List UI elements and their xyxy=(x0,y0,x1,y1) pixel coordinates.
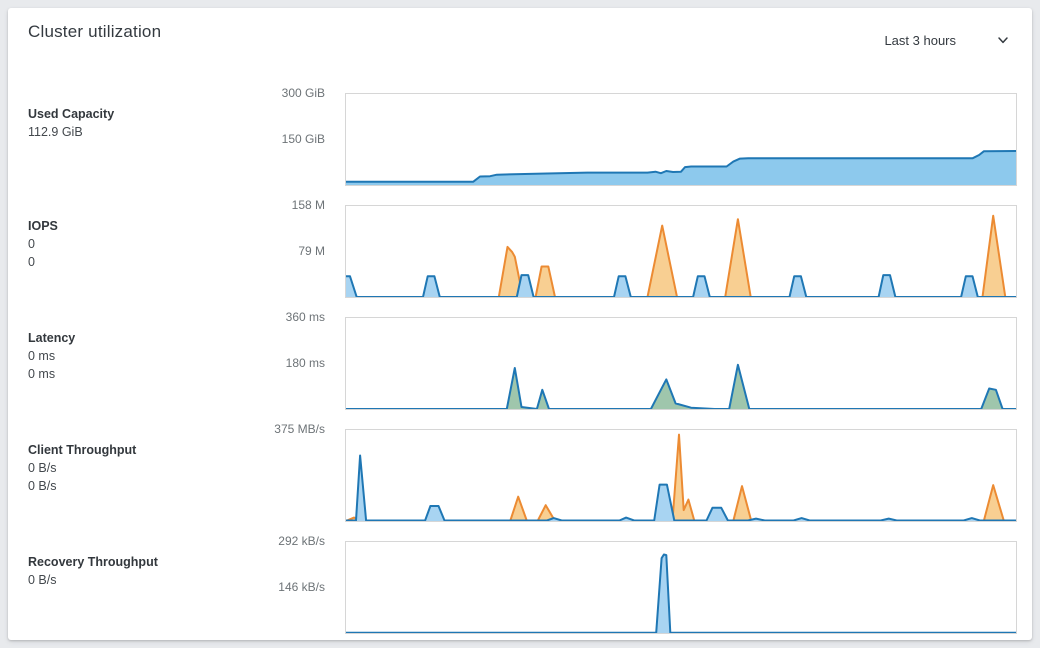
metric-label-block: Latency 0 ms 0 ms xyxy=(28,329,243,383)
y-axis-tick-mid: 79 M xyxy=(225,243,325,259)
metric-name: Latency xyxy=(28,329,243,347)
metric-name: Client Throughput xyxy=(28,441,243,459)
metric-name: Recovery Throughput xyxy=(28,553,243,571)
y-axis-tick-mid: 146 kB/s xyxy=(225,579,325,595)
y-axis-tick-mid: 180 ms xyxy=(225,355,325,371)
metric-value: 0 B/s xyxy=(28,459,243,477)
metric-row-recovery-throughput: Recovery Throughput 0 B/s 292 kB/s 146 k… xyxy=(8,541,1032,634)
client-throughput-area-chart xyxy=(346,430,1016,521)
time-range-value: Last 3 hours xyxy=(884,33,956,48)
used-capacity-area-chart xyxy=(346,94,1016,185)
metric-label-block: IOPS 0 0 xyxy=(28,217,243,271)
recovery-throughput-area-chart xyxy=(346,542,1016,633)
metric-row-latency: Latency 0 ms 0 ms 360 ms 180 ms xyxy=(8,317,1032,410)
used-capacity-chart xyxy=(345,93,1017,186)
metric-value: 0 ms xyxy=(28,347,243,365)
metric-value: 0 xyxy=(28,253,243,271)
y-axis-tick-mid: 150 GiB xyxy=(225,131,325,147)
y-axis-tick-max: 360 ms xyxy=(225,309,325,325)
metric-row-client-throughput: Client Throughput 0 B/s 0 B/s 375 MB/s xyxy=(8,429,1032,522)
y-axis-tick-max: 375 MB/s xyxy=(225,421,325,437)
metric-name: IOPS xyxy=(28,217,243,235)
time-range-dropdown[interactable]: Last 3 hours xyxy=(884,28,1010,52)
iops-chart xyxy=(345,205,1017,298)
recovery-throughput-chart xyxy=(345,541,1017,634)
metric-value: 0 xyxy=(28,235,243,253)
panel-header: Cluster utilization Last 3 hours xyxy=(8,8,1032,92)
metric-value: 112.9 GiB xyxy=(28,123,243,141)
metric-label-block: Recovery Throughput 0 B/s xyxy=(28,553,243,589)
metric-value: 0 B/s xyxy=(28,477,243,495)
metric-row-used-capacity: Used Capacity 112.9 GiB 300 GiB 150 GiB xyxy=(8,93,1032,186)
latency-area-chart xyxy=(346,318,1016,409)
metric-value: 0 B/s xyxy=(28,571,243,589)
y-axis-tick-max: 300 GiB xyxy=(225,85,325,101)
client-throughput-chart xyxy=(345,429,1017,522)
metric-name: Used Capacity xyxy=(28,105,243,123)
metric-value: 0 ms xyxy=(28,365,243,383)
y-axis-tick-max: 158 M xyxy=(225,197,325,213)
latency-chart xyxy=(345,317,1017,410)
chevron-down-icon xyxy=(996,33,1010,47)
iops-area-chart xyxy=(346,206,1016,297)
y-axis-tick-max: 292 kB/s xyxy=(225,533,325,549)
metric-label-block: Client Throughput 0 B/s 0 B/s xyxy=(28,441,243,495)
page-title: Cluster utilization xyxy=(28,22,161,42)
metric-label-block: Used Capacity 112.9 GiB xyxy=(28,105,243,141)
metric-row-iops: IOPS 0 0 158 M 79 M xyxy=(8,205,1032,298)
cluster-utilization-panel: Cluster utilization Last 3 hours Used Ca… xyxy=(8,8,1032,640)
